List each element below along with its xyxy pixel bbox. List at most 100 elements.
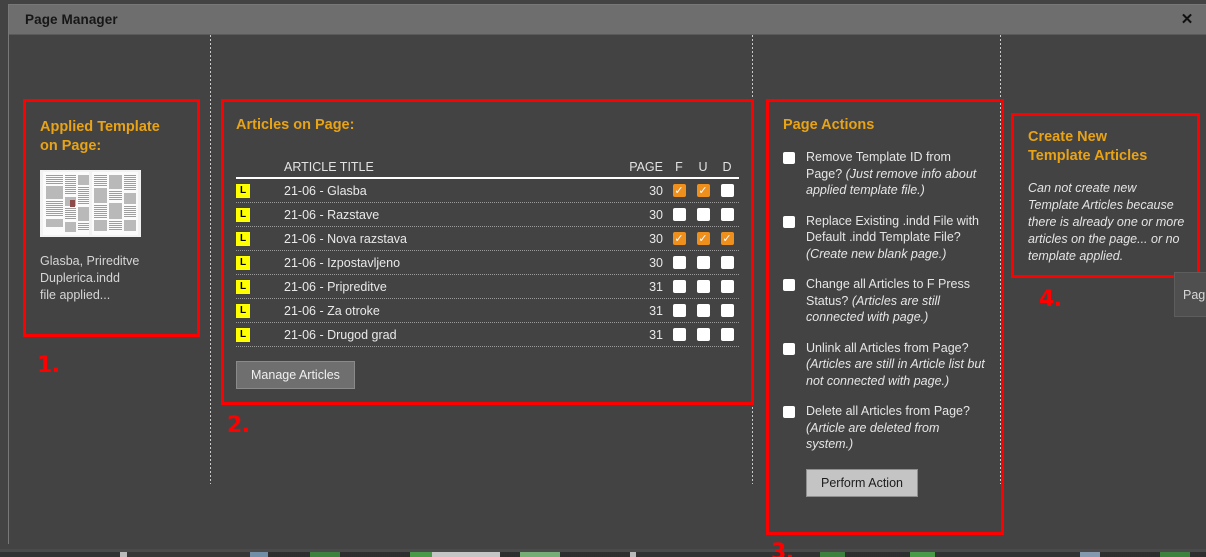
checkbox-cell-d	[715, 184, 739, 197]
table-row[interactable]: L 21-06 - Za otroke 31	[236, 299, 739, 323]
checkbox-d[interactable]	[720, 232, 734, 245]
page-action-checkbox-3[interactable]	[783, 342, 795, 355]
window-title: Page Manager	[25, 12, 118, 27]
table-row[interactable]: L 21-06 - Izpostavljeno 30	[236, 251, 739, 275]
article-page-cell: 30	[649, 255, 663, 270]
applied-template-title-line1: Applied Template	[40, 119, 160, 135]
checkbox-u[interactable]	[696, 208, 710, 221]
template-file-line3: file applied...	[40, 288, 111, 302]
perform-action-button[interactable]: Perform Action	[806, 468, 918, 497]
page-manager-screen: Page Manager ✕ Applied Template on Page:	[0, 0, 1206, 557]
articles-panel-title: Articles on Page:	[236, 117, 355, 133]
checkbox-cell-u	[691, 184, 715, 197]
table-row[interactable]: L 21-06 - Nova razstava 30	[236, 227, 739, 251]
article-title-cell: 21-06 - Pripreditve	[284, 279, 387, 294]
checkbox-cell-u	[691, 328, 715, 341]
checkbox-u[interactable]	[696, 304, 710, 317]
checkbox-f[interactable]	[672, 208, 686, 221]
badge-l-icon: L	[236, 327, 250, 342]
article-page-cell: 31	[649, 327, 663, 342]
article-title-cell: 21-06 - Razstave	[284, 207, 380, 222]
article-title-cell: 21-06 - Nova razstava	[284, 231, 407, 246]
page-action-checkbox-4[interactable]	[783, 406, 795, 418]
page-action-item-3: Unlink all Articles from Page? (Articles…	[783, 340, 989, 390]
checkbox-f[interactable]	[672, 256, 686, 269]
checkbox-f[interactable]	[672, 184, 686, 197]
checkbox-f[interactable]	[672, 304, 686, 317]
row-lock-badge: L	[236, 327, 258, 342]
window-body: Applied Template on Page: Glasba, Prired…	[9, 35, 1206, 557]
checkbox-u[interactable]	[696, 280, 710, 293]
column-header-u: U	[698, 160, 708, 174]
checkbox-cell-u	[691, 208, 715, 221]
checkbox-cell-u	[691, 280, 715, 293]
table-row[interactable]: L 21-06 - Pripreditve 31	[236, 275, 739, 299]
page-action-item-0: Remove Template ID from Page? (Just remo…	[783, 149, 989, 199]
page-action-item-1: Replace Existing .indd File with Default…	[783, 213, 989, 263]
checkbox-cell-f	[667, 184, 691, 197]
checkbox-d[interactable]	[720, 328, 734, 341]
page-action-note-0: (Just remove info about applied template…	[806, 166, 977, 198]
column-header-page: PAGE	[629, 160, 663, 174]
article-page-cell: 31	[649, 303, 663, 318]
template-file-line1: Glasba, Prireditve	[40, 254, 140, 268]
checkbox-cell-f	[667, 208, 691, 221]
checkbox-u[interactable]	[696, 328, 710, 341]
article-page-cell: 30	[649, 183, 663, 198]
checkbox-cell-d	[715, 232, 739, 245]
page-manager-window: Page Manager ✕ Applied Template on Page:	[8, 4, 1206, 557]
column-header-article-title: ARTICLE TITLE	[284, 160, 374, 174]
divider-1	[210, 35, 211, 484]
checkbox-d[interactable]	[720, 184, 734, 197]
side-tab-pages[interactable]: Pag	[1174, 272, 1206, 317]
article-page-cell: 31	[649, 279, 663, 294]
row-lock-badge: L	[236, 231, 258, 246]
checkbox-d[interactable]	[720, 304, 734, 317]
create-template-message: Can not create new Template Articles bec…	[1028, 181, 1185, 263]
template-spread-thumbnail[interactable]	[40, 170, 141, 237]
row-lock-badge: L	[236, 207, 258, 222]
badge-l-icon: L	[236, 303, 250, 318]
row-lock-badge: L	[236, 279, 258, 294]
create-template-title-line2: Template Articles	[1028, 148, 1148, 164]
table-row[interactable]: L 21-06 - Razstave 30	[236, 203, 739, 227]
checkbox-cell-d	[715, 304, 739, 317]
article-page-cell: 30	[649, 207, 663, 222]
articles-table-header: ARTICLE TITLE PAGE F U D	[236, 153, 739, 179]
checkbox-cell-f	[667, 232, 691, 245]
checkbox-f[interactable]	[672, 232, 686, 245]
checkbox-d[interactable]	[720, 280, 734, 293]
table-row[interactable]: L 21-06 - Drugod grad 31	[236, 323, 739, 347]
applied-template-caption: Glasba, Prireditve Duplerica.indd file a…	[40, 253, 183, 304]
page-action-checkbox-0[interactable]	[783, 152, 795, 164]
page-action-checkbox-2[interactable]	[783, 279, 795, 291]
article-title-cell: 21-06 - Glasba	[284, 183, 367, 198]
create-template-title-line1: Create New	[1028, 129, 1107, 145]
table-row[interactable]: L 21-06 - Glasba 30	[236, 179, 739, 203]
page-action-note-4: (Article are deleted from system.)	[806, 420, 940, 452]
checkbox-d[interactable]	[720, 256, 734, 269]
page-action-label-3: Unlink all Articles from Page? (Articles…	[806, 340, 985, 388]
page-action-label-2: Change all Articles to F Press Status? (…	[806, 277, 970, 324]
applied-template-panel: Applied Template on Page: Glasba, Prired…	[23, 99, 200, 337]
article-page-cell: 30	[649, 231, 663, 246]
checkbox-f[interactable]	[672, 280, 686, 293]
page-action-note-1: (Create new blank page.)	[806, 246, 947, 261]
checkbox-d[interactable]	[720, 208, 734, 221]
checkbox-cell-d	[715, 280, 739, 293]
row-lock-badge: L	[236, 255, 258, 270]
badge-l-icon: L	[236, 183, 250, 198]
close-icon[interactable]: ✕	[1178, 11, 1196, 29]
window-titlebar: Page Manager ✕	[9, 5, 1206, 35]
checkbox-cell-d	[715, 328, 739, 341]
checkbox-f[interactable]	[672, 328, 686, 341]
checkbox-u[interactable]	[696, 184, 710, 197]
page-action-checkbox-1[interactable]	[783, 215, 795, 228]
annotation-number-1: 1.	[37, 353, 60, 378]
page-action-label-1: Replace Existing .indd File with Default…	[806, 213, 979, 261]
checkbox-u[interactable]	[696, 256, 710, 269]
article-title-cell: 21-06 - Za otroke	[284, 303, 380, 318]
checkbox-u[interactable]	[696, 232, 710, 245]
page-actions-list: Remove Template ID from Page? (Just remo…	[783, 149, 989, 453]
manage-articles-button[interactable]: Manage Articles	[236, 361, 355, 389]
